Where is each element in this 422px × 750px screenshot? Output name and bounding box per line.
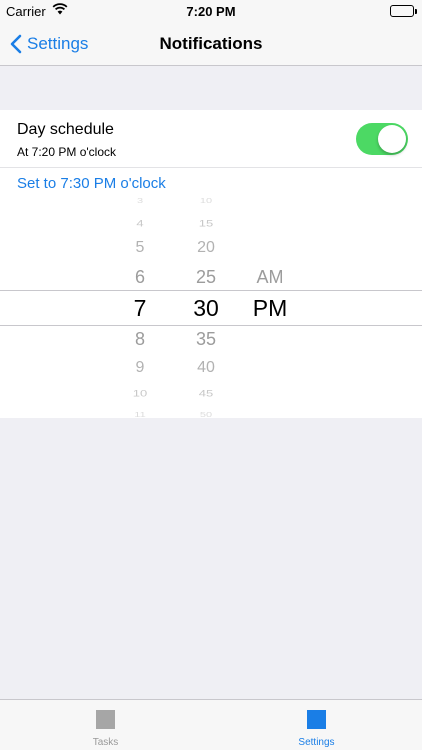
minute-option[interactable]: 15 (199, 218, 213, 227)
minute-option[interactable]: 20 (197, 240, 215, 256)
hour-option[interactable]: 11 (134, 411, 145, 419)
minute-wheel[interactable]: 10 15 20 25 30 35 40 45 50 (176, 197, 236, 419)
minute-option-selected[interactable]: 30 (193, 296, 219, 320)
hour-option[interactable]: 3 (137, 197, 143, 205)
minute-option[interactable]: 10 (200, 197, 212, 205)
tab-settings-label: Settings (298, 737, 335, 748)
settings-icon (307, 710, 326, 729)
day-schedule-row: Day schedule At 7:20 PM o'clock (0, 110, 422, 168)
period-wheel[interactable]: AM PM (240, 213, 300, 403)
tab-tasks[interactable]: Tasks (0, 700, 211, 750)
navigation-bar: Settings Notifications (0, 22, 422, 66)
day-schedule-subtitle: At 7:20 PM o'clock (17, 145, 116, 159)
tab-tasks-label: Tasks (92, 737, 119, 748)
hour-option[interactable]: 8 (135, 330, 145, 348)
status-time: 7:20 PM (186, 4, 236, 19)
period-option[interactable]: AM (257, 268, 284, 286)
hour-option[interactable]: 10 (133, 388, 147, 397)
hour-option[interactable]: 6 (135, 268, 145, 286)
hour-option[interactable]: 4 (136, 218, 143, 227)
minute-option[interactable]: 50 (200, 411, 212, 419)
minute-option[interactable]: 35 (196, 330, 216, 348)
tasks-icon (96, 710, 115, 729)
hour-option[interactable]: 5 (136, 240, 145, 256)
page-title: Notifications (159, 34, 263, 53)
battery-nub (415, 9, 417, 14)
period-option-selected[interactable]: PM (253, 296, 288, 320)
set-time-link[interactable]: Set to 7:30 PM o'clock (17, 175, 166, 192)
day-schedule-title: Day schedule (17, 121, 114, 138)
battery-icon (390, 5, 414, 17)
hour-option[interactable]: 9 (136, 360, 145, 376)
minute-option[interactable]: 25 (196, 268, 216, 286)
tab-settings[interactable]: Settings (211, 700, 422, 750)
toggle-knob (378, 125, 406, 153)
schedule-card: Day schedule At 7:20 PM o'clock Set to 7… (0, 110, 422, 418)
hour-option-selected[interactable]: 7 (134, 296, 147, 320)
day-schedule-toggle[interactable] (356, 123, 408, 155)
minute-option[interactable]: 40 (197, 360, 215, 376)
minute-option[interactable]: 45 (199, 388, 213, 397)
time-picker[interactable]: 3 4 5 6 7 8 9 10 11 10 15 20 25 30 35 40 45 50 AM PM (0, 197, 422, 419)
status-bar: Carrier 7:20 PM (0, 0, 422, 22)
tab-bar: Tasks Settings (0, 699, 422, 750)
hour-wheel[interactable]: 3 4 5 6 7 8 9 10 11 (110, 197, 170, 419)
